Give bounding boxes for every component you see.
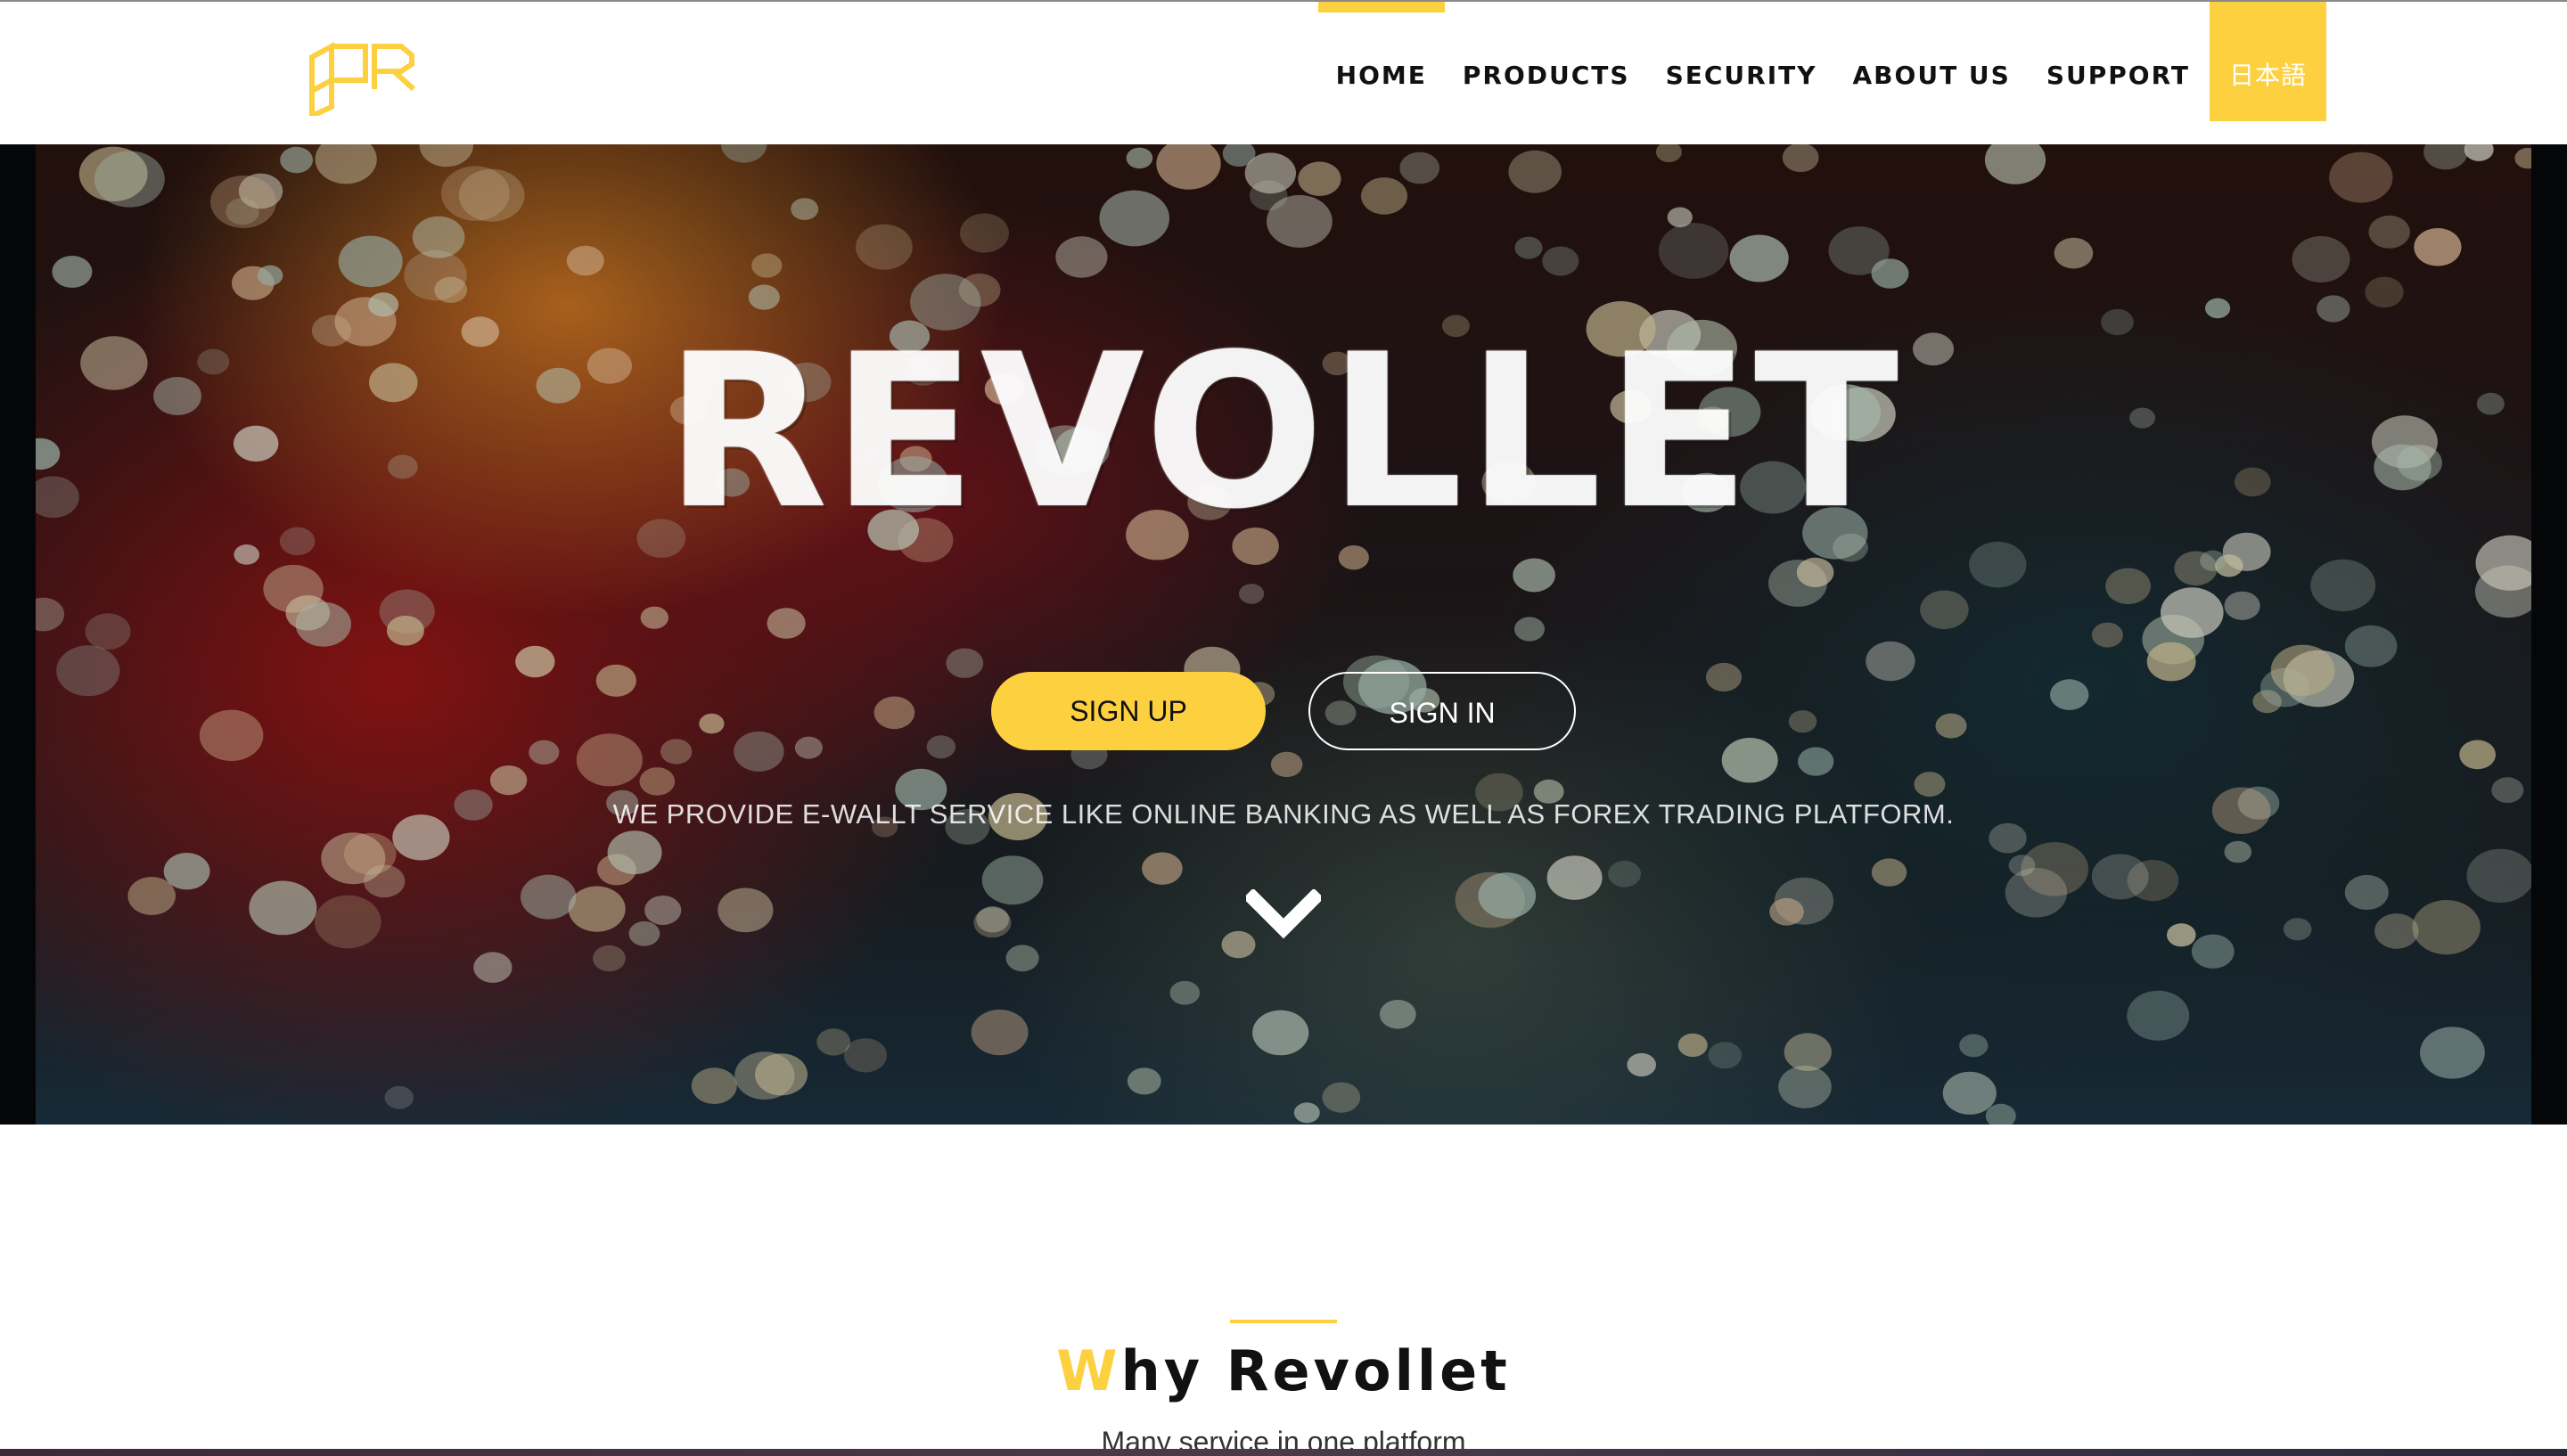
hero-tagline: WE PROVIDE E-WALLT SERVICE LIKE ONLINE B… [612,798,1955,830]
why-section: Why Revollet Many service in one platfor… [0,1125,2567,1456]
sign-in-button[interactable]: SIGN IN [1308,672,1576,750]
page: HOME PRODUCTS SECURITY ABOUT US SUPPORT … [0,0,2567,1456]
section-divider [1230,1320,1337,1323]
hero-overlay [36,144,2531,1125]
hero-background-image [36,144,2531,1125]
site-header: HOME PRODUCTS SECURITY ABOUT US SUPPORT … [0,0,2567,144]
sign-up-button[interactable]: SIGN UP [991,672,1266,750]
nav-about-us[interactable]: ABOUT US [1835,2,2029,121]
next-section-edge [0,1449,2567,1456]
main-nav: HOME PRODUCTS SECURITY ABOUT US SUPPORT … [1317,2,2326,121]
chevron-down-icon[interactable] [1246,889,1321,943]
nav-home[interactable]: HOME [1317,2,1446,121]
section-title: Why Revollet [0,1338,2567,1403]
section-title-accent: W [1056,1338,1121,1403]
hero-section: REVOLLET SIGN UP SIGN IN WE PROVIDE E-WA… [0,144,2567,1125]
nav-security[interactable]: SECURITY [1648,2,1835,121]
section-title-rest: hy Revollet [1120,1338,1511,1403]
language-switch-button[interactable]: 日本語 [2209,2,2326,121]
nav-support[interactable]: SUPPORT [2029,2,2208,121]
hero-title: REVOLLET [664,309,1903,556]
logo-icon[interactable] [308,37,419,116]
nav-products[interactable]: PRODUCTS [1445,2,1648,121]
